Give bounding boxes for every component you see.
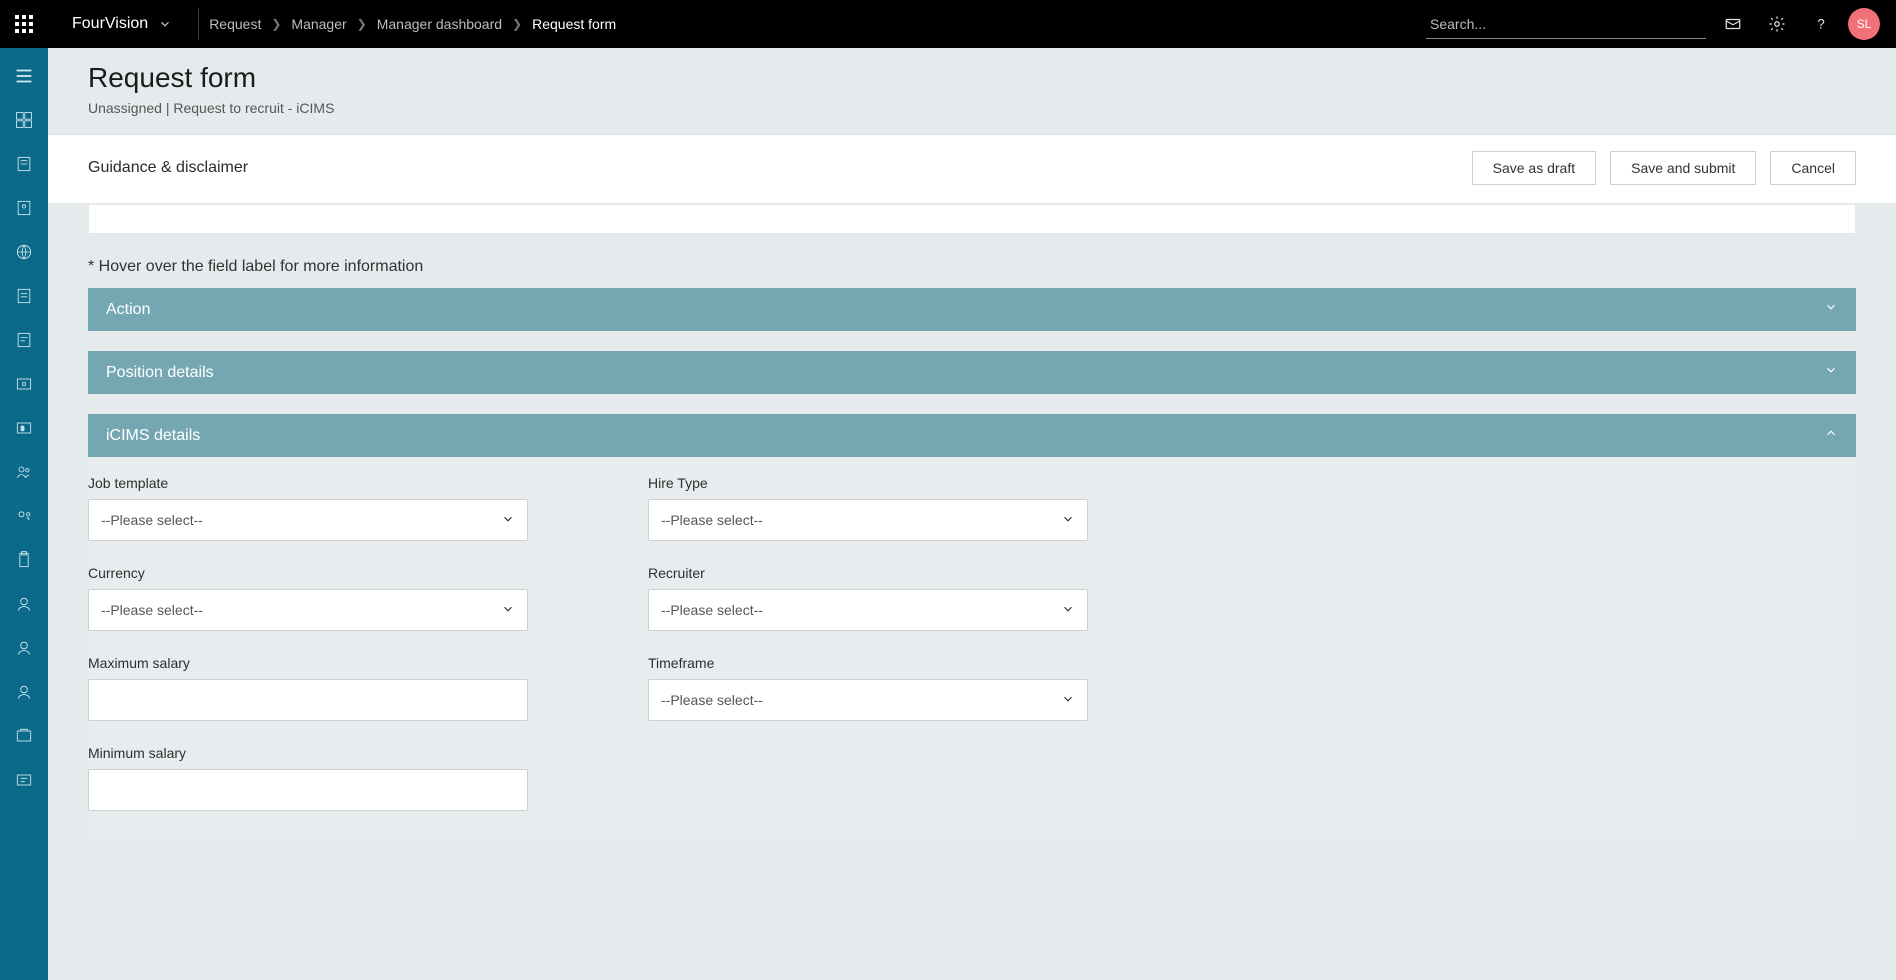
breadcrumb: Request ❯ Manager ❯ Manager dashboard ❯ … bbox=[209, 16, 616, 32]
nav-item-icon[interactable] bbox=[0, 494, 48, 538]
action-strip: Guidance & disclaimer Save as draft Save… bbox=[48, 135, 1896, 204]
page-subtitle: Unassigned | Request to recruit - iCIMS bbox=[88, 100, 334, 116]
breadcrumb-request[interactable]: Request bbox=[209, 16, 261, 32]
label-currency: Currency bbox=[88, 565, 608, 581]
input-max-salary-field[interactable] bbox=[101, 680, 515, 720]
chevron-down-icon bbox=[1824, 300, 1838, 319]
chevron-down-icon bbox=[501, 512, 515, 529]
nav-person-icon[interactable] bbox=[0, 670, 48, 714]
select-recruiter[interactable]: --Please select-- bbox=[648, 589, 1088, 631]
content-block bbox=[88, 204, 1856, 234]
nav-item-icon[interactable] bbox=[0, 318, 48, 362]
breadcrumb-request-form: Request form bbox=[532, 16, 616, 32]
chevron-right-icon: ❯ bbox=[271, 17, 281, 31]
divider bbox=[198, 8, 199, 40]
chevron-right-icon: ❯ bbox=[512, 17, 522, 31]
nav-hamburger-icon[interactable] bbox=[0, 54, 48, 98]
nav-item-icon[interactable] bbox=[0, 362, 48, 406]
input-max-salary[interactable] bbox=[88, 679, 528, 721]
svg-text:$: $ bbox=[21, 426, 25, 433]
avatar[interactable]: SL bbox=[1848, 8, 1880, 40]
select-timeframe-value: --Please select-- bbox=[661, 692, 763, 708]
avatar-initials: SL bbox=[1857, 17, 1872, 31]
chevron-up-icon bbox=[1824, 426, 1838, 445]
nav-person-icon[interactable] bbox=[0, 582, 48, 626]
nav-item-icon[interactable] bbox=[0, 186, 48, 230]
nav-globe-icon[interactable] bbox=[0, 230, 48, 274]
save-draft-button[interactable]: Save as draft bbox=[1472, 151, 1597, 185]
panel-icims-header[interactable]: iCIMS details bbox=[88, 414, 1856, 457]
app-launcher-icon[interactable] bbox=[0, 0, 48, 48]
nav-item-icon[interactable]: $ bbox=[0, 406, 48, 450]
panel-action-header[interactable]: Action bbox=[88, 288, 1856, 331]
messages-icon[interactable] bbox=[1716, 7, 1750, 41]
company-name: FourVision bbox=[72, 15, 148, 33]
label-job-template: Job template bbox=[88, 475, 608, 491]
search-input[interactable] bbox=[1426, 10, 1706, 39]
label-max-salary: Maximum salary bbox=[88, 655, 608, 671]
chevron-down-icon bbox=[1061, 512, 1075, 529]
select-hire-type-value: --Please select-- bbox=[661, 512, 763, 528]
chevron-down-icon bbox=[501, 602, 515, 619]
nav-item-icon[interactable] bbox=[0, 274, 48, 318]
label-hire-type: Hire Type bbox=[648, 475, 1168, 491]
nav-item-icon[interactable] bbox=[0, 758, 48, 802]
company-switcher[interactable]: FourVision bbox=[48, 0, 188, 48]
select-timeframe[interactable]: --Please select-- bbox=[648, 679, 1088, 721]
help-icon[interactable]: ? bbox=[1804, 7, 1838, 41]
chevron-right-icon: ❯ bbox=[357, 17, 367, 31]
left-nav-rail: $ bbox=[0, 48, 48, 980]
select-job-template[interactable]: --Please select-- bbox=[88, 499, 528, 541]
chevron-down-icon bbox=[158, 17, 172, 31]
panel-position-details-header[interactable]: Position details bbox=[88, 351, 1856, 394]
select-currency-value: --Please select-- bbox=[101, 602, 203, 618]
label-min-salary: Minimum salary bbox=[88, 745, 608, 761]
guidance-label: Guidance & disclaimer bbox=[88, 159, 248, 177]
panel-position-details-title: Position details bbox=[106, 364, 214, 382]
input-min-salary-field[interactable] bbox=[101, 770, 515, 810]
panel-action-title: Action bbox=[106, 301, 150, 319]
nav-people-icon[interactable] bbox=[0, 450, 48, 494]
chevron-down-icon bbox=[1061, 602, 1075, 619]
nav-item-icon[interactable] bbox=[0, 714, 48, 758]
save-submit-button[interactable]: Save and submit bbox=[1610, 151, 1756, 185]
breadcrumb-manager-dashboard[interactable]: Manager dashboard bbox=[377, 16, 502, 32]
input-min-salary[interactable] bbox=[88, 769, 528, 811]
label-timeframe: Timeframe bbox=[648, 655, 1168, 671]
label-recruiter: Recruiter bbox=[648, 565, 1168, 581]
select-hire-type[interactable]: --Please select-- bbox=[648, 499, 1088, 541]
chevron-down-icon bbox=[1824, 363, 1838, 382]
select-job-template-value: --Please select-- bbox=[101, 512, 203, 528]
nav-clipboard-icon[interactable] bbox=[0, 538, 48, 582]
cancel-button[interactable]: Cancel bbox=[1770, 151, 1856, 185]
nav-person-icon[interactable] bbox=[0, 626, 48, 670]
panel-icims-title: iCIMS details bbox=[106, 427, 200, 445]
nav-dashboard-icon[interactable] bbox=[0, 98, 48, 142]
gear-icon[interactable] bbox=[1760, 7, 1794, 41]
select-recruiter-value: --Please select-- bbox=[661, 602, 763, 618]
page-title: Request form bbox=[88, 62, 334, 94]
svg-text:?: ? bbox=[1817, 17, 1825, 32]
select-currency[interactable]: --Please select-- bbox=[88, 589, 528, 631]
breadcrumb-manager[interactable]: Manager bbox=[291, 16, 346, 32]
page-header: Request form Unassigned | Request to rec… bbox=[48, 48, 1896, 135]
hover-hint: * Hover over the field label for more in… bbox=[88, 258, 1856, 276]
nav-item-icon[interactable] bbox=[0, 142, 48, 186]
chevron-down-icon bbox=[1061, 692, 1075, 709]
